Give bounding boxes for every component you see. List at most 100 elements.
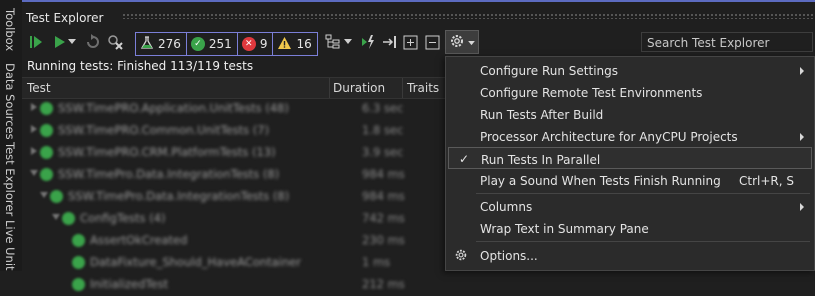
test-duration: 6.3 sec: [362, 101, 404, 115]
passed-icon: [40, 102, 53, 115]
group-by-dropdown-icon[interactable]: [343, 33, 353, 51]
menu-item-label: Wrap Text in Summary Pane: [480, 222, 649, 236]
menu-item-label: Run Tests After Build: [480, 108, 604, 122]
passed-icon: [50, 190, 63, 203]
menu-separator: [476, 193, 810, 194]
menu-item-label: Run Tests In Parallel: [481, 153, 601, 167]
search-input[interactable]: Search Test Explorer (Ctrl+E): [641, 32, 813, 70]
passed-count: 251: [208, 37, 232, 51]
test-name: InitializedTest: [90, 277, 169, 291]
group-by-icon[interactable]: [324, 33, 342, 51]
tree-row[interactable]: SSW.TimePRO.Application.UnitTests (48) 6…: [22, 98, 462, 120]
submenu-arrow-icon: [800, 133, 804, 141]
check-icon: ✓: [190, 37, 205, 51]
passed-tests-filter[interactable]: ✓ 251: [187, 33, 238, 55]
tree-row[interactable]: SSW.TimePro.Data.IntegrationTests (8) 98…: [22, 186, 462, 208]
go-to-icon[interactable]: [381, 33, 399, 51]
menu-item-label: Processor Architecture for AnyCPU Projec…: [480, 130, 738, 144]
failed-count: 9: [259, 37, 268, 51]
test-counter-group: 276 ✓ 251 ✕ 9 16: [135, 32, 318, 56]
menu-item-configure-remote-test-environments[interactable]: Configure Remote Test Environments: [446, 81, 814, 103]
menu-item-run-tests-after-build[interactable]: Run Tests After Build: [446, 103, 814, 125]
collapse-all-icon[interactable]: [423, 33, 441, 51]
menu-item-label: Play a Sound When Tests Finish Running: [480, 174, 721, 188]
expand-arrow-icon[interactable]: [31, 147, 37, 155]
tree-row[interactable]: AssertOkCreated 230 ms: [22, 230, 462, 252]
test-duration: 1 ms: [362, 255, 391, 269]
test-name: SSW.TimePRO.Common.UnitTests (7): [58, 123, 270, 137]
warning-icon: [277, 36, 292, 53]
passed-icon: [62, 212, 75, 225]
column-divider[interactable]: [329, 78, 330, 98]
expand-arrow-icon[interactable]: [40, 192, 48, 198]
test-name: AssertOkCreated: [90, 233, 188, 247]
submenu-arrow-icon: [800, 203, 804, 211]
run-all-icon[interactable]: [28, 33, 46, 51]
submenu-arrow-icon: [800, 67, 804, 75]
expand-all-icon[interactable]: [401, 33, 419, 51]
menu-item-shortcut: Ctrl+R, S: [739, 174, 794, 188]
warning-tests-filter[interactable]: 16: [273, 33, 316, 55]
expand-arrow-icon[interactable]: [30, 170, 38, 176]
passed-icon: [72, 234, 85, 247]
test-duration: 742 ms: [362, 211, 405, 225]
test-duration: 3.9 sec: [362, 145, 404, 159]
menu-item-label: Columns: [480, 200, 533, 214]
test-name: SSW.TimePRO.CRM.PlatformTests (13): [58, 145, 276, 159]
repeat-icon[interactable]: [84, 33, 102, 51]
toolbar: 276 ✓ 251 ✕ 9 16 Search Test Explorer: [22, 29, 815, 70]
passed-icon: [72, 256, 85, 269]
settings-dropdown-menu: Configure Run Settings Configure Remote …: [445, 56, 815, 271]
tree-row[interactable]: SSW.TimePRO.CRM.PlatformTests (13) 3.9 s…: [22, 142, 462, 164]
test-name: SSW.TimePro.Data.IntegrationTests (8): [58, 167, 280, 181]
cancel-run-icon[interactable]: [106, 33, 124, 51]
failed-tests-filter[interactable]: ✕ 9: [238, 33, 274, 55]
panel-title: Test Explorer: [26, 11, 104, 25]
settings-menu-button[interactable]: [445, 30, 479, 54]
menu-separator: [476, 241, 810, 242]
menu-item-wrap-text[interactable]: Wrap Text in Summary Pane: [446, 217, 814, 239]
warning-count: 16: [296, 37, 312, 51]
title-grip: [122, 13, 815, 19]
tree-row[interactable]: InitializedTest 212 ms: [22, 274, 462, 296]
playlist-run-icon[interactable]: [359, 33, 377, 51]
menu-item-label: Configure Remote Test Environments: [480, 86, 703, 100]
test-name: SSW.TimePro.Data.IntegrationTests (8): [68, 189, 290, 203]
chevron-down-icon: [468, 35, 475, 49]
flask-icon: [140, 35, 154, 53]
column-header-traits[interactable]: Traits: [407, 81, 439, 95]
test-duration: 212 ms: [362, 277, 405, 291]
total-tests-filter[interactable]: 276: [136, 33, 187, 55]
menu-item-label: Configure Run Settings: [480, 64, 619, 78]
menu-item-processor-architecture[interactable]: Processor Architecture for AnyCPU Projec…: [446, 125, 814, 147]
menu-item-columns[interactable]: Columns: [446, 195, 814, 217]
passed-icon: [72, 278, 85, 291]
side-tab-test-explorer[interactable]: Test Explorer: [3, 142, 17, 216]
passed-icon: [40, 146, 53, 159]
expand-arrow-icon[interactable]: [31, 125, 37, 133]
test-name: SSW.TimePRO.Application.UnitTests (48): [58, 101, 289, 115]
menu-item-label: Options...: [480, 249, 538, 263]
tree-row[interactable]: ConfigTests (4) 742 ms: [22, 208, 462, 230]
test-duration: 984 ms: [362, 167, 405, 181]
passed-icon: [40, 168, 53, 181]
column-divider[interactable]: [402, 78, 403, 98]
tree-row[interactable]: SSW.TimePRO.Common.UnitTests (7) 1.8 sec: [22, 120, 462, 142]
menu-item-configure-run-settings[interactable]: Configure Run Settings: [446, 59, 814, 81]
column-header-duration[interactable]: Duration: [333, 81, 385, 95]
chevron-down-icon[interactable]: [67, 33, 77, 51]
tree-row[interactable]: SSW.TimePro.Data.IntegrationTests (8) 98…: [22, 164, 462, 186]
expand-arrow-icon[interactable]: [52, 214, 60, 220]
menu-item-run-tests-in-parallel[interactable]: ✓ Run Tests In Parallel: [448, 147, 812, 169]
menu-item-options[interactable]: Options...: [446, 244, 814, 266]
checkmark-icon: ✓: [459, 152, 470, 166]
menu-item-play-sound[interactable]: Play a Sound When Tests Finish Running C…: [446, 169, 814, 191]
panel-title-bar: Test Explorer: [22, 0, 815, 28]
expand-arrow-icon[interactable]: [31, 103, 37, 111]
gear-icon: [454, 248, 468, 265]
side-tab-data-sources[interactable]: Data Sources: [3, 63, 17, 140]
side-tab-toolbox[interactable]: Toolbox: [3, 8, 17, 51]
side-tab-live-unit[interactable]: Live Unit: [3, 220, 17, 271]
test-name: DataFixture_Should_HaveAContainer: [90, 255, 301, 269]
column-header-test[interactable]: Test: [27, 81, 51, 95]
